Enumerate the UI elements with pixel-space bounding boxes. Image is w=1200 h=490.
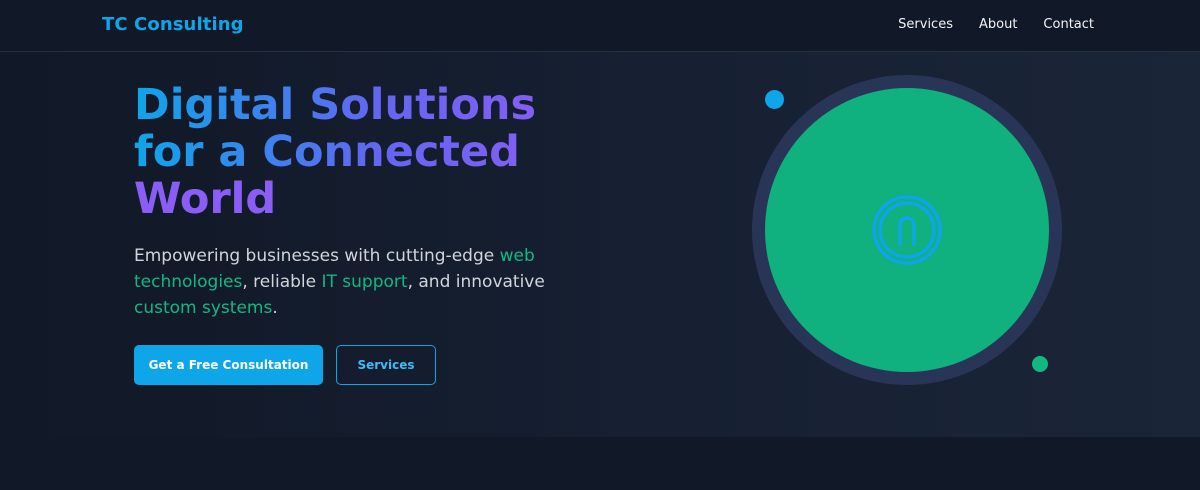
subtitle-text: Empowering businesses with cutting-edge: [134, 246, 500, 266]
nav-link-contact[interactable]: Contact: [1043, 17, 1094, 32]
decorative-dot-blue: [765, 90, 784, 109]
subtitle-text: , and innovative: [407, 272, 545, 292]
subtitle-text: , reliable: [242, 272, 322, 292]
subtitle-text: .: [272, 298, 278, 318]
nav-link-services[interactable]: Services: [898, 17, 953, 32]
services-button[interactable]: Services: [336, 345, 436, 385]
connected-arch-emblem-icon: [872, 195, 942, 265]
nav-link-about[interactable]: About: [979, 17, 1017, 32]
free-consultation-button[interactable]: Get a Free Consultation: [134, 345, 323, 385]
headline-line-2: for a Connected: [134, 127, 520, 177]
highlight-it-support: IT support: [321, 272, 408, 292]
headline-line-1: Digital Solutions: [134, 80, 537, 130]
highlight-custom-systems: custom systems: [134, 298, 273, 318]
nav-links: Services About Contact: [898, 17, 1094, 32]
headline-line-3: World: [134, 176, 574, 223]
navbar: TC Consulting Services About Contact: [0, 0, 1200, 52]
brand-logo-link[interactable]: TC Consulting: [102, 14, 244, 35]
decorative-dot-green: [1032, 356, 1048, 372]
hero-subtitle: Empowering businesses with cutting-edge …: [134, 243, 554, 321]
hero-headline: Digital Solutions for a Connected World: [134, 82, 574, 223]
below-hero-area: [0, 437, 1200, 490]
